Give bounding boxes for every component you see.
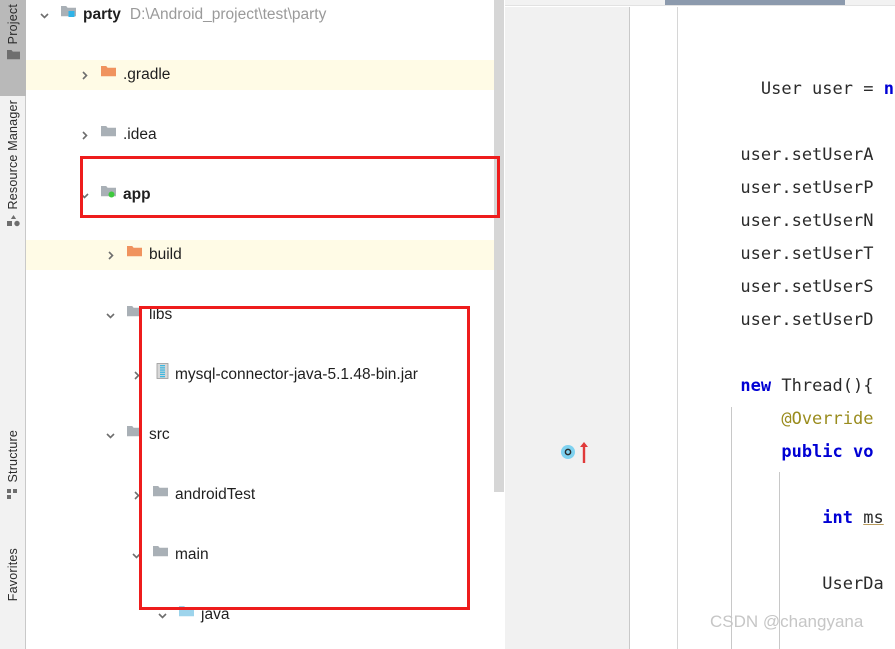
- folder-icon: [126, 300, 143, 330]
- watermark: CSDN @changyana: [710, 612, 864, 631]
- code-segment: Thread(){: [781, 376, 874, 396]
- tree-node-label: androidTest: [175, 486, 256, 503]
- resource-manager-icon: [6, 214, 21, 231]
- tree-node-label: main: [175, 546, 209, 563]
- tool-tab-project-label: Project: [6, 4, 20, 45]
- tool-tab-structure-label: Structure: [6, 430, 20, 483]
- chevron-right-icon[interactable]: [130, 489, 143, 502]
- chevron-right-icon[interactable]: [104, 249, 117, 262]
- folder-icon: [152, 480, 169, 510]
- tree-row-src[interactable]: src: [26, 420, 504, 450]
- tree-node-label: mysql-connector-java-5.1.48-bin.jar: [175, 366, 418, 383]
- tree-node-label: build: [149, 246, 182, 263]
- code-line: new Thread(){: [679, 370, 873, 403]
- tree-node-label: src: [149, 426, 170, 443]
- module-folder-icon: [60, 0, 77, 30]
- excluded-folder-icon: [126, 240, 143, 270]
- code-line: user.setUserT: [679, 238, 873, 271]
- code-line: UserDa: [679, 568, 884, 601]
- module-folder-icon: [100, 180, 117, 210]
- code-line: user.setUserD: [679, 304, 873, 337]
- tree-node-label: .idea: [123, 126, 157, 143]
- chevron-right-icon[interactable]: [130, 369, 143, 382]
- tool-tab-favorites[interactable]: Favorites: [0, 548, 26, 640]
- tree-node-label: .gradle: [123, 66, 171, 83]
- code-segment-keyword: int: [679, 508, 864, 528]
- code-line: user.setUserN: [679, 205, 873, 238]
- tool-tab-resource-manager[interactable]: Resource Manager: [0, 100, 26, 252]
- tree-node-label: java: [201, 606, 230, 623]
- jar-icon: [156, 360, 169, 390]
- chevron-right-icon[interactable]: [78, 69, 91, 82]
- excluded-folder-icon: [100, 60, 117, 90]
- project-folder-icon: [6, 48, 21, 65]
- code-segment: user.setUserT: [679, 244, 874, 264]
- code-line: int ms: [679, 502, 884, 535]
- run-gutter-icon[interactable]: [560, 444, 576, 464]
- tree-node-label: app: [123, 186, 151, 203]
- tool-tab-resource-manager-label: Resource Manager: [6, 100, 20, 210]
- structure-icon: [6, 487, 21, 504]
- code-segment: user.setUserS: [679, 277, 874, 297]
- tree-root-path: D:\Android_project\test\party: [129, 6, 327, 23]
- tree-row-app[interactable]: app: [26, 180, 504, 210]
- code-segment: UserDa: [679, 574, 884, 594]
- code-line: public vo: [679, 436, 873, 469]
- editor-horizontal-scrollbar-thumb[interactable]: [665, 0, 845, 5]
- code-segment-keyword: n: [883, 79, 894, 99]
- tree-row-main[interactable]: main: [26, 540, 504, 570]
- code-line: user.setUserS: [679, 271, 873, 304]
- folder-icon: [126, 420, 143, 450]
- code-line: user.setUserP: [679, 172, 873, 205]
- tree-row-idea[interactable]: .idea: [26, 120, 504, 150]
- project-tree-scrollbar[interactable]: [494, 0, 504, 492]
- tool-tab-project[interactable]: Project: [0, 0, 26, 96]
- chevron-right-icon[interactable]: [78, 129, 91, 142]
- code-segment-field: ms: [863, 508, 884, 528]
- editor-fold-gutter[interactable]: [631, 7, 678, 649]
- chevron-down-icon[interactable]: [78, 189, 91, 202]
- editor-horizontal-scrollbar[interactable]: [505, 0, 895, 6]
- tree-row-root[interactable]: party D:\Android_project\test\party: [26, 0, 504, 30]
- left-tool-strip: Project Resource Manager Structure Favor…: [0, 0, 26, 649]
- tree-row-mysql-jar[interactable]: mysql-connector-java-5.1.48-bin.jar: [26, 360, 504, 390]
- code-segment: user.setUserN: [679, 211, 874, 231]
- chevron-down-icon[interactable]: [156, 609, 169, 622]
- tree-row-libs[interactable]: libs: [26, 300, 504, 330]
- chevron-down-icon[interactable]: [104, 429, 117, 442]
- code-line: user.setUserA: [679, 139, 873, 172]
- code-segment: user.setUserA: [679, 145, 874, 165]
- code-text-area[interactable]: User user = n user.setUserA user.setUser…: [679, 7, 895, 649]
- chevron-down-icon[interactable]: [130, 549, 143, 562]
- editor-gutter[interactable]: [505, 7, 630, 649]
- source-root-folder-icon: [178, 600, 195, 630]
- tree-node-label: libs: [149, 306, 173, 323]
- chevron-down-icon[interactable]: [38, 9, 51, 22]
- code-segment: User user =: [679, 79, 884, 99]
- code-segment-keyword: new: [679, 376, 782, 396]
- code-segment: user.setUserP: [679, 178, 874, 198]
- folder-icon: [152, 540, 169, 570]
- code-editor[interactable]: 41 42 43 44 45 46 47 48 49 50 51 52 53 5…: [505, 0, 895, 649]
- tool-tab-favorites-label: Favorites: [6, 548, 20, 602]
- code-line: @Override: [679, 403, 873, 436]
- tree-root-label: party: [83, 6, 121, 23]
- chevron-down-icon[interactable]: [104, 309, 117, 322]
- tree-row-java[interactable]: java: [26, 600, 504, 630]
- code-segment-annotation: @Override: [679, 409, 874, 429]
- project-tree-panel[interactable]: party D:\Android_project\test\party .gra…: [26, 0, 504, 649]
- folder-icon: [100, 120, 117, 150]
- ide-window: Project Resource Manager Structure Favor…: [0, 0, 895, 649]
- modified-line-arrow-icon: [578, 440, 590, 468]
- tree-row-build[interactable]: build: [26, 240, 504, 270]
- tree-row-androidtest[interactable]: androidTest: [26, 480, 504, 510]
- code-segment: user.setUserD: [679, 310, 874, 330]
- code-segment-keyword: public vo: [679, 442, 874, 462]
- tool-tab-structure[interactable]: Structure: [0, 430, 26, 536]
- code-line: User user = n: [679, 73, 894, 106]
- tree-row-gradle[interactable]: .gradle: [26, 60, 504, 90]
